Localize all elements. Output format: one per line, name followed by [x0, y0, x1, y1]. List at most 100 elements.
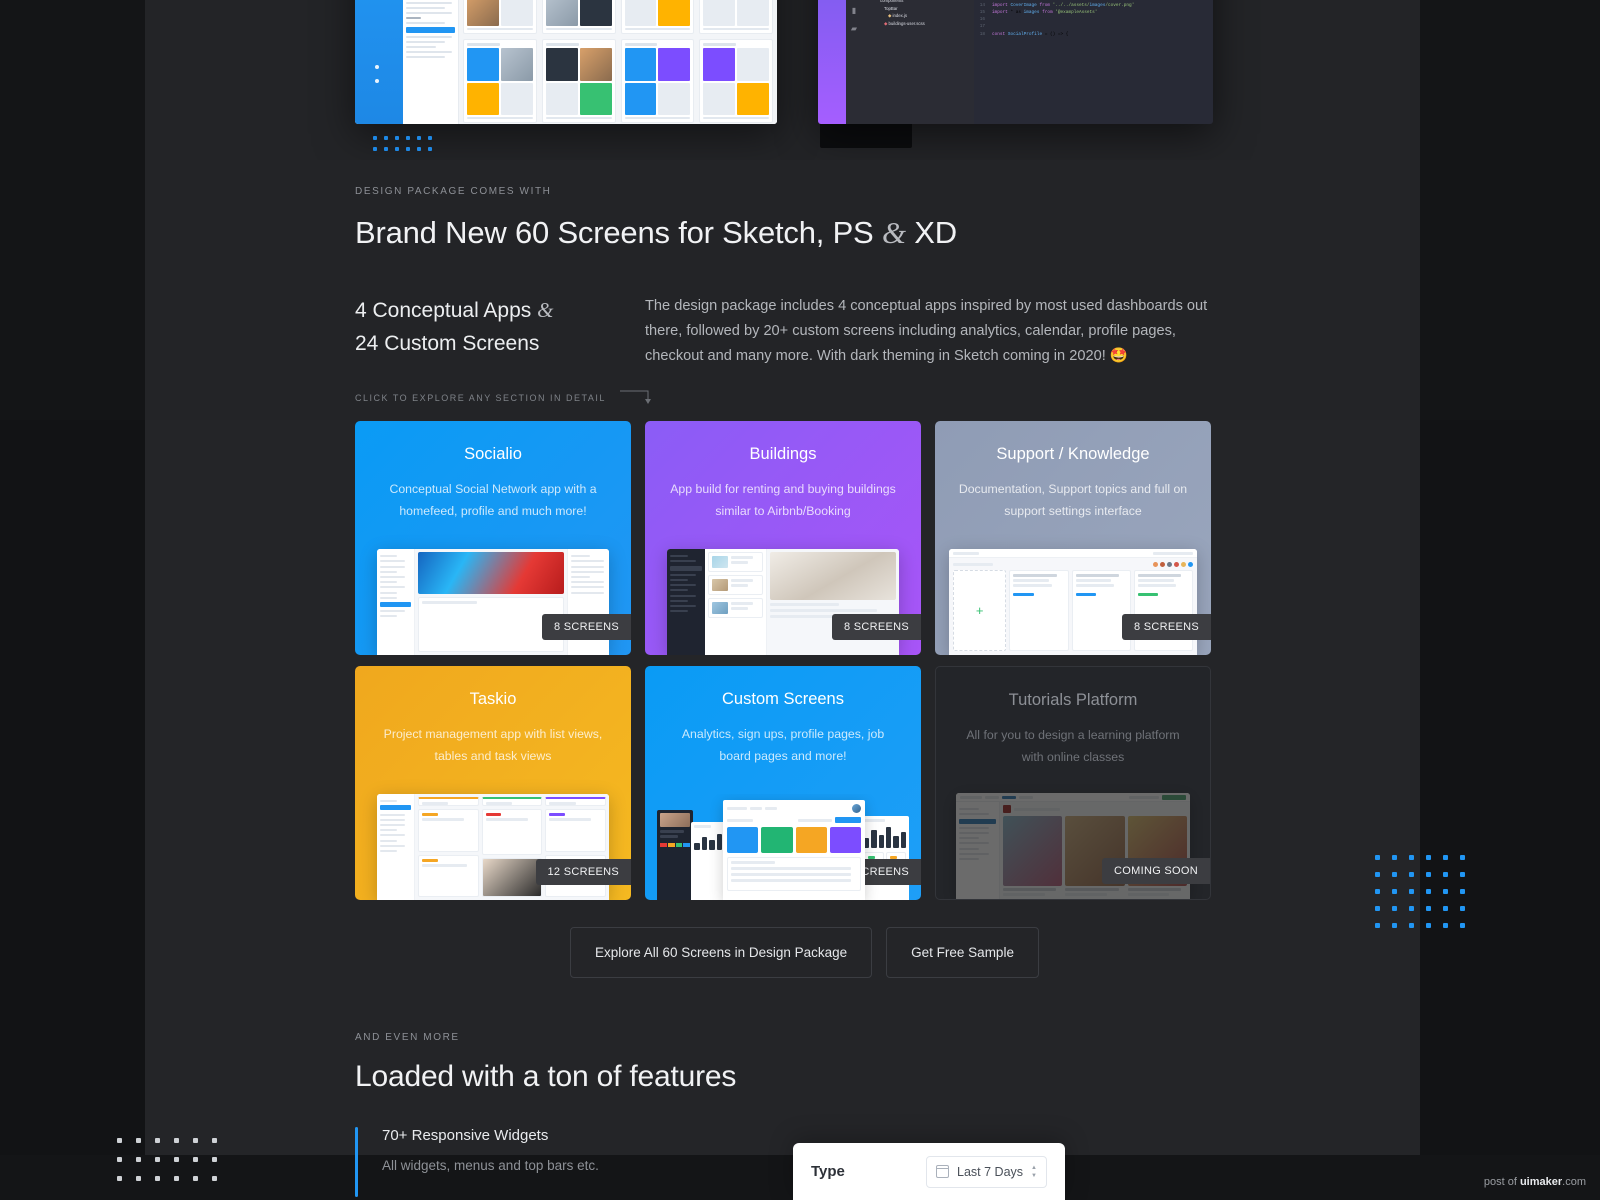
dot	[1443, 923, 1448, 928]
type-filter-widget: Type Last 7 Days ▲ ▼	[793, 1143, 1065, 1200]
card-buildings[interactable]: Buildings App build for renting and buyi…	[645, 421, 921, 655]
line-numbers: 23456789101112131415161718	[974, 0, 988, 124]
package-paragraph: The design package includes 4 conceptual…	[645, 298, 1208, 364]
dot	[373, 136, 377, 140]
preview-cover-image	[418, 552, 564, 594]
stats-line2: 24 Custom Screens	[355, 332, 540, 355]
dot	[406, 147, 410, 151]
card-support-knowledge[interactable]: Support / Knowledge Documentation, Suppo…	[935, 421, 1211, 655]
tree-row: TopBar	[862, 4, 974, 11]
dot	[1426, 906, 1431, 911]
dot	[1409, 872, 1414, 877]
watermark-brand: uimaker	[1519, 1176, 1563, 1188]
card-title: Tutorials Platform	[1008, 691, 1138, 709]
dot	[1460, 872, 1465, 877]
card-description: Analytics, sign ups, profile pages, job …	[681, 727, 885, 763]
dot	[1426, 855, 1431, 860]
card-badge: 8 SCREENS	[541, 614, 631, 640]
dot	[1375, 889, 1380, 894]
explore-all-screens-button[interactable]: Explore All 60 Screens in Design Package	[570, 927, 873, 978]
line-number: 16	[979, 17, 985, 23]
dot	[1409, 855, 1414, 860]
stepper-icon[interactable]: ▲ ▼	[1031, 1165, 1037, 1179]
card-title: Taskio	[469, 690, 517, 708]
get-free-sample-button[interactable]: Get Free Sample	[886, 927, 1039, 978]
code-line: import * as images from '@exampleAssets'	[992, 9, 1098, 15]
package-eyebrow: DESIGN PACKAGE COMES WITH	[355, 186, 552, 197]
bookmark-icon[interactable]: ▮	[850, 6, 859, 15]
dot	[136, 1157, 141, 1162]
card-description: App build for renting and buying buildin…	[670, 482, 896, 518]
card-badge: 8 SCREENS	[1121, 614, 1211, 640]
tree-label: index.js	[892, 12, 908, 18]
ampersand-glyph: &	[537, 298, 554, 322]
card-title: Socialio	[464, 445, 522, 463]
tree-label: TopBar	[884, 5, 898, 11]
dot	[1460, 855, 1465, 860]
date-range-selector[interactable]: Last 7 Days ▲ ▼	[926, 1155, 1047, 1188]
watermark: post of uimaker.com	[1484, 1176, 1586, 1188]
card-description: Project management app with list views, …	[383, 727, 603, 763]
features-heading: Loaded with a ton of features	[355, 1060, 737, 1093]
stats-line1: 4 Conceptual Apps	[355, 299, 538, 322]
preview-topbar	[956, 793, 1190, 802]
dot	[212, 1176, 217, 1181]
activity-bar: ▤ ⌕ ⑂ ✲ ⊞ ▮ ▰	[846, 0, 862, 124]
line-number: 17	[979, 24, 985, 30]
dot	[1409, 906, 1414, 911]
dot	[193, 1176, 198, 1181]
docker-icon[interactable]: ▰	[850, 24, 859, 33]
cta-button-row: Explore All 60 Screens in Design Package…	[570, 927, 1039, 978]
card-badge: 12 SCREENS	[535, 859, 631, 885]
dot	[193, 1138, 198, 1143]
preview-analytics-small	[691, 822, 725, 900]
app-cards-grid: Socialio Conceptual Social Network app w…	[355, 421, 1215, 900]
dot	[136, 1138, 141, 1143]
dot	[384, 147, 388, 151]
dot	[117, 1138, 122, 1143]
code-editor-screenshot[interactable]: ▤ ⌕ ⑂ ✲ ⊞ ▮ ▰ OPEN EDITORS ◆ index.js sr…	[818, 0, 1213, 124]
dot	[212, 1157, 217, 1162]
features-eyebrow: AND EVEN MORE	[355, 1032, 460, 1043]
explore-hint-label: CLICK TO EXPLORE ANY SECTION IN DETAIL	[355, 393, 606, 403]
dot	[117, 1176, 122, 1181]
preview-sidebar	[667, 549, 705, 655]
card-taskio[interactable]: Taskio Project management app with list …	[355, 666, 631, 900]
file-explorer[interactable]: OPEN EDITORS ◆ index.js src/universal/Ap…	[862, 0, 974, 124]
design-package-section: DESIGN PACKAGE COMES WITH Brand New 60 S…	[355, 186, 1215, 369]
calendar-icon	[935, 1165, 950, 1178]
decorative-dot-grid-right	[1375, 855, 1477, 940]
card-title: Buildings	[749, 445, 817, 463]
dot	[1426, 872, 1431, 877]
ampersand-glyph: &	[881, 215, 906, 250]
dot	[1375, 923, 1380, 928]
dot	[212, 1138, 217, 1143]
artboard-grid	[459, 0, 777, 124]
add-new-article-card[interactable]: +	[953, 570, 1007, 651]
hero-preview-area: ▤ ⌕ ⑂ ✲ ⊞ ▮ ▰ OPEN EDITORS ◆ index.js sr…	[0, 0, 1600, 160]
card-custom-screens[interactable]: Custom Screens Analytics, sign ups, prof…	[645, 666, 921, 900]
explore-hint: CLICK TO EXPLORE ANY SECTION IN DETAIL	[355, 388, 654, 408]
tree-label: buildings-user.scss	[888, 21, 925, 27]
feature-item: 70+ Responsive Widgets All widgets, menu…	[355, 1127, 599, 1197]
feature-subtitle: All widgets, menus and top bars etc.	[382, 1158, 599, 1173]
dot	[1375, 906, 1380, 911]
dot	[1392, 872, 1397, 877]
dashboard-artboards-screenshot[interactable]	[355, 0, 777, 124]
dot	[1460, 923, 1465, 928]
dot	[117, 1157, 122, 1162]
sketch-blue-panel	[355, 0, 403, 124]
tree-row: ◆ buildings-user.scss	[884, 21, 925, 27]
line-number: 14	[979, 2, 985, 8]
dot	[1460, 889, 1465, 894]
line-number: 15	[979, 9, 985, 15]
code-editor-pane[interactable]: 23456789101112131415161718 import { UiкS…	[974, 0, 1213, 124]
preview-sidebar	[377, 549, 415, 655]
code-text[interactable]: import { UiкSocialHeader, UiкSocialWidge…	[988, 0, 1213, 124]
card-socialio[interactable]: Socialio Conceptual Social Network app w…	[355, 421, 631, 655]
package-heading-part2: XD	[905, 215, 957, 250]
card-tutorials-platform[interactable]: Tutorials Platform All for you to design…	[935, 666, 1211, 900]
dot	[417, 136, 421, 140]
